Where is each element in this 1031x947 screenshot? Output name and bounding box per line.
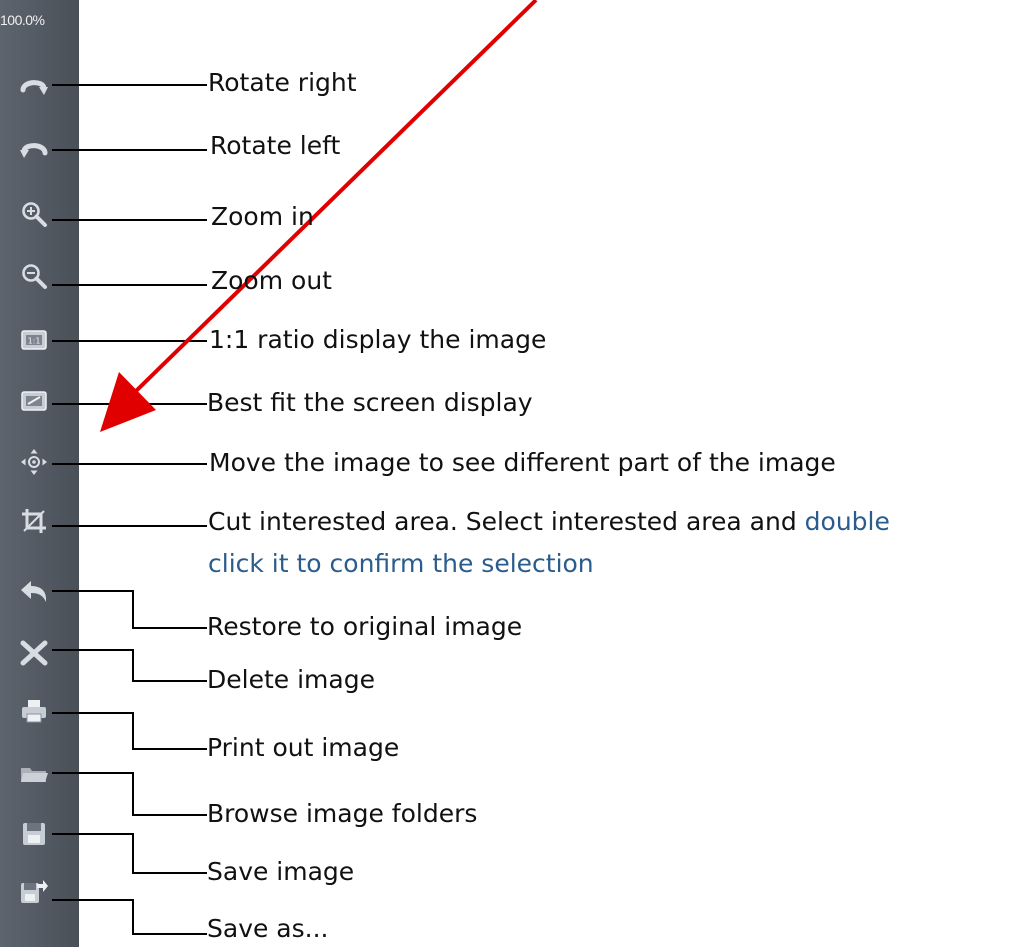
rotate-left-label: Rotate left [210, 131, 341, 160]
leader-line-save [52, 833, 207, 874]
zoom-in-label: Zoom in [211, 202, 314, 231]
move-label: Move the image to see different part of … [209, 448, 836, 477]
leader-line-print [52, 712, 207, 750]
print-label: Print out image [207, 733, 400, 762]
crop-label-continued: click it to confirm the selection [208, 549, 594, 578]
leader-line-delete [52, 649, 207, 682]
ratio-label: 1:1 ratio display the image [209, 325, 547, 354]
leader-line-browse [52, 772, 207, 816]
zoom-out-label: Zoom out [211, 266, 332, 295]
leader-line-save-as [52, 899, 207, 935]
save-as-label: Save as... [207, 914, 329, 943]
restore-label: Restore to original image [207, 612, 523, 641]
leader-line-restore [52, 590, 207, 629]
crop-label-highlight: double [804, 507, 890, 536]
save-label: Save image [207, 857, 355, 886]
crop-label: Cut interested area. Select interested a… [208, 505, 890, 539]
browse-label: Browse image folders [207, 799, 478, 828]
crop-label-text: Cut interested area. Select interested a… [208, 507, 797, 536]
delete-label: Delete image [207, 665, 375, 694]
best-fit-label: Best fit the screen display [207, 388, 533, 417]
rotate-right-label: Rotate right [208, 68, 357, 97]
